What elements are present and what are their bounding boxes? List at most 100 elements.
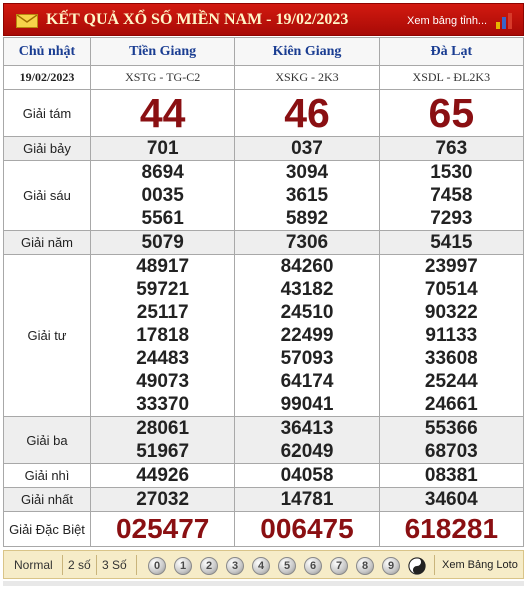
digit-ball[interactable]: 9: [382, 557, 400, 575]
province-header-row: Chủ nhật Tiền Giang Kiên Giang Đà Lạt: [3, 37, 525, 66]
digit-ball[interactable]: 5: [278, 557, 296, 575]
prize-number: 48917: [136, 256, 190, 277]
prize-number: 08381: [424, 465, 478, 486]
prize-cell: 08381: [378, 463, 525, 488]
prize-number: 8694: [141, 162, 184, 183]
prize-number: 7293: [430, 208, 473, 229]
prize-label: Giải tám: [3, 89, 91, 137]
prize-number: 90322: [424, 302, 478, 323]
prize-number: 14781: [280, 489, 334, 510]
prize-row-g8: Giải tám 44 46 65: [3, 89, 525, 137]
prize-row-g2: Giải nhì 44926 04058 08381: [3, 463, 525, 488]
prize-number: 7306: [285, 232, 329, 253]
prize-cell: 65: [378, 89, 525, 137]
province-code: XSKG - 2K3: [234, 65, 380, 90]
prize-number: 43182: [280, 279, 334, 300]
prize-row-g1: Giải nhất 27032 14781 34604: [3, 487, 525, 512]
prize-row-g5: Giải năm 5079 7306 5415: [3, 230, 525, 255]
prize-row-g3: Giải ba 28061 51967 36413 62049 55366 68703: [3, 416, 525, 464]
prize-label: Giải sáu: [3, 160, 91, 231]
province-name[interactable]: Đà Lạt: [378, 37, 525, 66]
results-table: Chủ nhật Tiền Giang Kiên Giang Đà Lạt 19/02/…: [3, 37, 525, 547]
prize-number: 36413: [280, 418, 334, 439]
digit-ball[interactable]: 1: [174, 557, 192, 575]
prize-number: 5079: [141, 232, 184, 253]
province-code-row: 19/02/2023 XSTG - TG-C2 XSKG - 2K3 XSDL - Đ…: [3, 65, 525, 90]
digit-ball[interactable]: 0: [148, 557, 166, 575]
tab-normal[interactable]: Normal: [14, 558, 53, 572]
prize-number: 763: [435, 138, 468, 159]
prize-cell: 36413 62049: [234, 416, 380, 464]
prize-label: Giải nhì: [3, 463, 91, 488]
prize-number: 5561: [141, 208, 184, 229]
prize-cell: 618281: [378, 511, 525, 547]
prize-label: Giải tư: [3, 254, 91, 417]
view-loto-table-link[interactable]: Xem Bảng Loto: [442, 559, 518, 571]
mail-icon: [16, 14, 38, 28]
province-name[interactable]: Tiền Giang: [89, 37, 236, 66]
prize-number: 49073: [136, 371, 190, 392]
prize-cell: 46: [234, 89, 380, 137]
digit-ball[interactable]: 3: [226, 557, 244, 575]
prize-number: 25244: [424, 371, 478, 392]
prize-number: 33608: [424, 348, 478, 369]
prize-label: Giải ba: [3, 416, 91, 464]
prize-row-g6: Giải sáu 8694 0035 5561 3094 3615 5892 1530 7458…: [3, 160, 525, 231]
province-name[interactable]: Kiên Giang: [234, 37, 380, 66]
footer-toolbar: Normal 2 số 3 Số 0123456789 Xem Bảng Lot…: [3, 550, 524, 579]
prize-number: 51967: [136, 441, 190, 462]
digit-ball[interactable]: 4: [252, 557, 270, 575]
view-province-table-link[interactable]: Xem bảng tỉnh...: [407, 15, 487, 27]
prize-number: 68703: [424, 441, 478, 462]
prize-number: 34604: [424, 489, 478, 510]
tab-3-so[interactable]: 3 Số: [102, 558, 127, 572]
prize-number: 44926: [136, 465, 190, 486]
prize-number: 99041: [280, 394, 334, 415]
tab-2-so[interactable]: 2 số: [68, 558, 91, 572]
prize-number: 7458: [430, 185, 473, 206]
prize-number: 65: [428, 89, 475, 136]
prize-cell: 701: [89, 136, 236, 161]
bar-chart-icon[interactable]: [495, 12, 515, 30]
prize-label: Giải nhất: [3, 487, 91, 512]
prize-number: 84260: [280, 256, 334, 277]
yin-yang-icon[interactable]: [408, 557, 426, 575]
page-title: KẾT QUẢ XỔ SỐ MIỀN NAM - 19/02/2023: [46, 11, 349, 28]
prize-cell: 037: [234, 136, 380, 161]
prize-number: 57093: [280, 348, 334, 369]
digit-ball[interactable]: 6: [304, 557, 322, 575]
prize-number: 17818: [136, 325, 190, 346]
prize-row-g7: Giải bảy 701 037 763: [3, 136, 525, 161]
prize-number: 24483: [136, 348, 190, 369]
prize-number: 701: [146, 138, 179, 159]
prize-number: 59721: [136, 279, 190, 300]
prize-number: 28061: [136, 418, 190, 439]
draw-date: 19/02/2023: [3, 65, 91, 90]
prize-number: 0035: [141, 185, 184, 206]
prize-label: Giải Đặc Biệt: [3, 511, 91, 547]
prize-number: 04058: [280, 465, 334, 486]
digit-ball[interactable]: 8: [356, 557, 374, 575]
prize-number: 006475: [260, 513, 354, 544]
digit-ball[interactable]: 7: [330, 557, 348, 575]
prize-cell: 44926: [89, 463, 236, 488]
province-code: XSTG - TG-C2: [89, 65, 236, 90]
province-code: XSDL - ĐL2K3: [378, 65, 525, 90]
prize-number: 55366: [424, 418, 478, 439]
prize-label: Giải năm: [3, 230, 91, 255]
prize-cell: 55366 68703: [378, 416, 525, 464]
prize-label: Giải bảy: [3, 136, 91, 161]
prize-cell: 14781: [234, 487, 380, 512]
prize-number: 025477: [115, 513, 210, 544]
prize-number: 1530: [430, 162, 473, 183]
prize-cell: 48917 59721 25117 17818 24483 49073 33370: [89, 254, 236, 417]
prize-cell: 025477: [89, 511, 236, 547]
prize-cell: 28061 51967: [89, 416, 236, 464]
digit-ball[interactable]: 2: [200, 557, 218, 575]
prize-number: 46: [284, 89, 330, 136]
prize-number: 91133: [425, 325, 478, 346]
prize-row-db: Giải Đặc Biệt 025477 006475 618281: [3, 511, 525, 547]
prize-number: 22499: [280, 325, 334, 346]
prize-number: 44: [139, 89, 186, 136]
prize-number: 33370: [136, 394, 190, 415]
